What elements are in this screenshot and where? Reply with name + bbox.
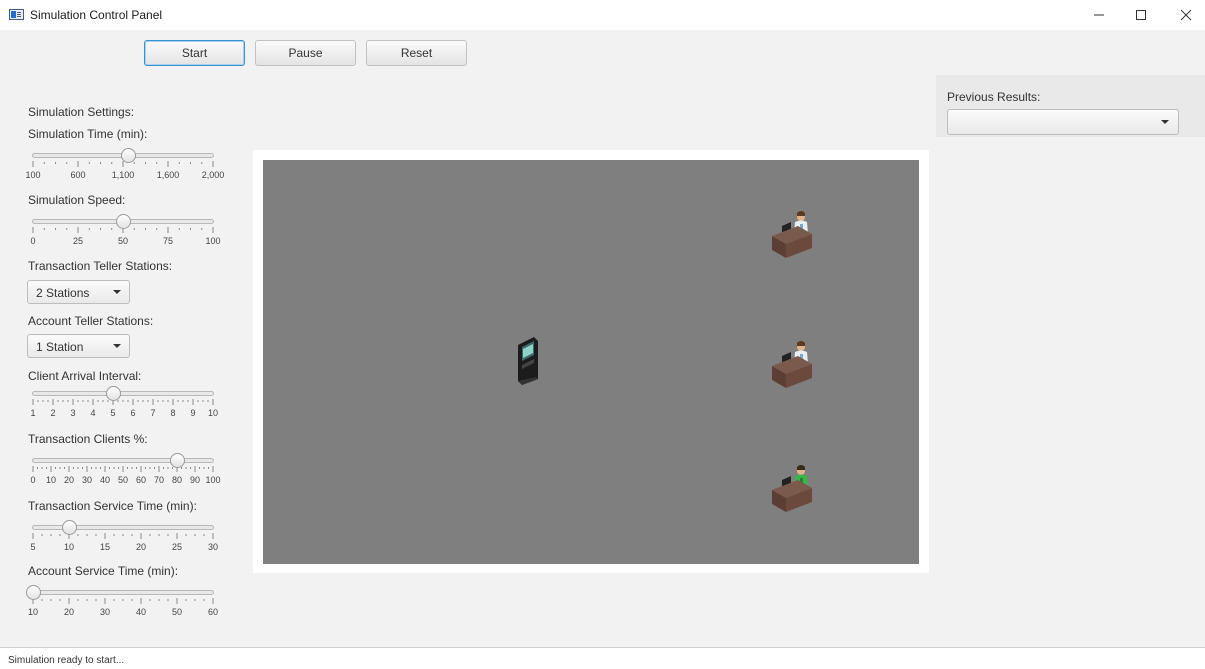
slider-thumb[interactable] — [26, 585, 41, 600]
slider-tick-label: 25 — [72, 236, 84, 246]
slider-tick-label: 60 — [207, 607, 219, 617]
minimize-button[interactable] — [1076, 0, 1122, 30]
transaction-clients-slider[interactable]: 0 10 20 30 40 50 60 70 80 90 100 — [30, 452, 221, 490]
slider-thumb[interactable] — [62, 520, 77, 535]
status-bar: Simulation ready to start... — [0, 647, 1205, 669]
simulation-time-slider[interactable]: 100 600 1,100 1,600 2,000 — [25, 147, 224, 185]
slider-tick-label: 25 — [171, 542, 183, 552]
app-icon — [9, 9, 24, 20]
slider-tick-label: 50 — [117, 236, 129, 246]
window-title: Simulation Control Panel — [30, 8, 163, 22]
main-panel: Start Pause Reset Simulation Settings: S… — [0, 30, 1205, 647]
slider-tick-label: 600 — [70, 170, 86, 180]
slider-thumb[interactable] — [106, 386, 121, 401]
pause-button[interactable]: Pause — [255, 40, 356, 66]
slider-tick-label: 40 — [99, 475, 111, 485]
title-bar: Simulation Control Panel — [0, 0, 1205, 30]
slider-tick-label: 7 — [150, 408, 156, 418]
account-teller-combo[interactable]: 1 Station — [27, 334, 130, 358]
account-teller-value: 1 Station — [36, 340, 84, 354]
slider-tick-label: 100 — [25, 170, 41, 180]
close-icon — [1180, 9, 1192, 21]
slider-tick-label: 1,600 — [156, 170, 180, 180]
slider-tick-label: 30 — [81, 475, 93, 485]
teller-desk-icon — [772, 465, 812, 512]
slider-tick-label: 30 — [99, 607, 111, 617]
slider-tick-label: 9 — [190, 408, 196, 418]
slider-thumb[interactable] — [170, 453, 185, 468]
previous-results-label: Previous Results: — [947, 90, 1041, 104]
account-teller-label: Account Teller Stations: — [28, 314, 154, 328]
client-arrival-slider[interactable]: 1 2 3 4 5 6 7 8 9 10 — [30, 385, 218, 423]
transaction-service-time-label: Transaction Service Time (min): — [28, 499, 197, 513]
slider-tick-label: 70 — [153, 475, 165, 485]
client-arrival-label: Client Arrival Interval: — [28, 369, 142, 383]
slider-tick-label: 10 — [45, 475, 57, 485]
chevron-down-icon — [1161, 120, 1169, 124]
slider-tick-label: 5 — [110, 408, 116, 418]
slider-tick-label: 100 — [205, 475, 221, 485]
transaction-teller-value: 2 Stations — [36, 286, 90, 300]
previous-results-panel: Previous Results: — [936, 75, 1205, 137]
simulation-speed-label: Simulation Speed: — [28, 193, 126, 207]
slider-ticks — [32, 399, 214, 405]
slider-tick-label: 10 — [207, 408, 219, 418]
close-button[interactable] — [1163, 0, 1205, 30]
slider-tick-label: 4 — [90, 408, 96, 418]
slider-tick-label: 10 — [27, 607, 39, 617]
simulation-speed-slider[interactable]: 0 25 50 75 100 — [30, 213, 221, 251]
chevron-down-icon — [113, 290, 121, 294]
slider-ticks — [32, 533, 214, 539]
slider-tick-label: 1 — [30, 408, 36, 418]
simulation-frame — [253, 150, 929, 573]
slider-tick-label: 60 — [135, 475, 147, 485]
transaction-teller-combo[interactable]: 2 Stations — [27, 280, 130, 304]
slider-tick-label: 5 — [30, 542, 36, 552]
slider-tick-label: 80 — [171, 475, 183, 485]
slider-ticks — [32, 466, 214, 472]
simulation-time-label: Simulation Time (min): — [28, 127, 148, 141]
simulation-canvas — [263, 160, 919, 564]
atm-kiosk-icon — [518, 337, 538, 385]
slider-tick-label: 50 — [171, 607, 183, 617]
slider-tick-label: 2 — [50, 408, 56, 418]
slider-tick-label: 2,000 — [201, 170, 225, 180]
slider-tick-label: 20 — [135, 542, 147, 552]
slider-tick-label: 6 — [130, 408, 136, 418]
chevron-down-icon — [113, 344, 121, 348]
slider-tick-label: 1,100 — [111, 170, 135, 180]
settings-heading: Simulation Settings: — [28, 105, 135, 119]
slider-tick-label: 3 — [70, 408, 76, 418]
account-service-time-label: Account Service Time (min): — [28, 564, 179, 578]
maximize-button[interactable] — [1118, 0, 1164, 30]
slider-tick-label: 20 — [63, 607, 75, 617]
start-button[interactable]: Start — [144, 40, 245, 66]
slider-tick-label: 40 — [135, 607, 147, 617]
previous-results-combo[interactable] — [947, 109, 1179, 135]
slider-tick-label: 0 — [30, 475, 36, 485]
transaction-service-time-slider[interactable]: 5 10 15 20 25 30 — [30, 519, 218, 557]
slider-thumb[interactable] — [116, 214, 131, 229]
slider-tick-label: 15 — [99, 542, 111, 552]
account-service-time-slider[interactable]: 10 20 30 40 50 60 — [26, 584, 218, 622]
slider-tick-label: 10 — [63, 542, 75, 552]
teller-desk-icon — [772, 341, 812, 388]
slider-tick-label: 90 — [189, 475, 201, 485]
slider-tick-label: 50 — [117, 475, 129, 485]
transaction-teller-label: Transaction Teller Stations: — [28, 259, 173, 273]
slider-tick-label: 75 — [162, 236, 174, 246]
teller-desk-icon — [772, 211, 812, 258]
status-text: Simulation ready to start... — [8, 655, 125, 666]
minimize-icon — [1094, 14, 1104, 16]
slider-tick-label: 100 — [205, 236, 221, 246]
slider-thumb[interactable] — [120, 148, 136, 163]
slider-ticks — [32, 598, 214, 604]
slider-tick-label: 0 — [30, 236, 36, 246]
slider-tick-label: 30 — [207, 542, 219, 552]
maximize-icon — [1136, 10, 1146, 20]
slider-tick-label: 8 — [170, 408, 176, 418]
slider-tick-label: 20 — [63, 475, 75, 485]
reset-button[interactable]: Reset — [366, 40, 467, 66]
transaction-clients-label: Transaction Clients %: — [28, 432, 148, 446]
